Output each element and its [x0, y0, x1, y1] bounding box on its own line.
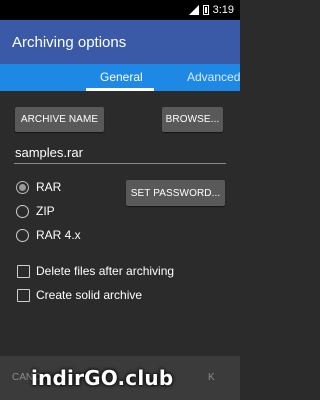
status-bar: 3:19: [0, 0, 240, 20]
tab-general[interactable]: General: [100, 70, 143, 84]
delete-files-label[interactable]: Delete files after archiving: [36, 264, 174, 278]
radio-rar4-label[interactable]: RAR 4.x: [36, 228, 81, 242]
ok-button[interactable]: K: [208, 372, 215, 383]
archive-name-field[interactable]: samples.rar: [15, 145, 83, 160]
battery-icon: [202, 5, 209, 15]
solid-archive-checkbox[interactable]: [17, 289, 30, 302]
archive-name-underline: [14, 163, 226, 164]
browse-button[interactable]: BROWSE...: [162, 107, 223, 132]
radio-rar-label[interactable]: RAR: [36, 180, 61, 194]
radio-rar4[interactable]: [16, 229, 29, 242]
watermark: indirGO.club: [31, 366, 174, 390]
solid-archive-label[interactable]: Create solid archive: [36, 288, 142, 302]
app-bar: Archiving options: [0, 20, 240, 64]
tab-advanced[interactable]: Advanced: [187, 70, 240, 84]
tab-indicator: [86, 88, 154, 91]
delete-files-checkbox[interactable]: [17, 265, 30, 278]
tab-bar: General Advanced: [0, 64, 240, 91]
radio-rar[interactable]: [16, 181, 29, 194]
radio-zip[interactable]: [16, 205, 29, 218]
signal-icon: [188, 5, 199, 15]
status-time: 3:19: [212, 4, 234, 16]
set-password-button[interactable]: SET PASSWORD...: [126, 180, 225, 206]
archive-name-button[interactable]: ARCHIVE NAME: [15, 107, 104, 132]
radio-zip-label[interactable]: ZIP: [36, 204, 55, 218]
page-title: Archiving options: [12, 33, 127, 51]
